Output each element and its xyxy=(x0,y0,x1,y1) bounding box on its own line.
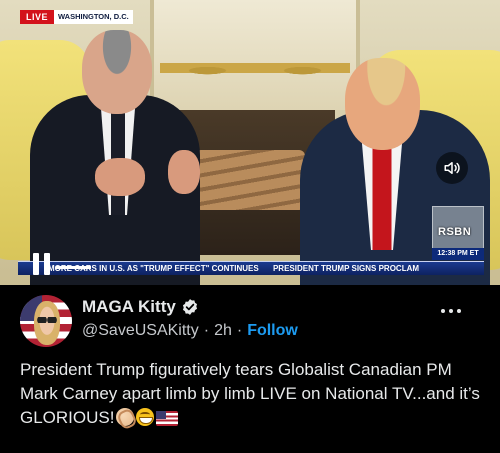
video-mantel-ornament xyxy=(160,42,350,94)
video-person-right-head xyxy=(345,58,420,150)
video-person-left-hand xyxy=(95,158,145,196)
video-player[interactable]: LIVE WASHINGTON, D.C. RSBN 12:38 PM ET M… xyxy=(0,0,500,285)
video-fireplace-logs xyxy=(195,150,305,210)
tweet-body: President Trump figuratively tears Globa… xyxy=(20,360,480,427)
verified-badge-icon xyxy=(182,299,197,315)
author-handle-row: @SaveUSAKitty · 2h · Follow xyxy=(82,322,298,340)
tweet-text: President Trump figuratively tears Globa… xyxy=(20,358,490,430)
separator: · xyxy=(203,322,210,339)
author-name-row: MAGA Kitty xyxy=(82,297,199,317)
handle[interactable]: @SaveUSAKitty xyxy=(82,322,199,340)
separator: · xyxy=(236,322,243,339)
more-options-icon[interactable] xyxy=(441,309,461,315)
video-person-left-head xyxy=(82,30,152,114)
avatar[interactable] xyxy=(20,295,72,347)
timestamp[interactable]: 2h xyxy=(214,322,232,340)
display-name[interactable]: MAGA Kitty xyxy=(82,297,176,317)
network-logo: RSBN xyxy=(438,226,472,238)
location-label: WASHINGTON, D.C. xyxy=(54,10,133,24)
live-label: LIVE xyxy=(20,10,55,24)
clapping-hands-icon xyxy=(116,408,135,426)
live-location-bug: LIVE WASHINGTON, D.C. xyxy=(20,10,133,24)
video-person-left-hand-raised xyxy=(168,150,200,194)
tweet: MAGA Kitty @SaveUSAKitty · 2h · Follow P… xyxy=(0,285,500,453)
us-flag-icon xyxy=(156,411,179,426)
follow-button[interactable]: Follow xyxy=(247,322,298,340)
grinning-squinting-face-icon xyxy=(136,408,155,426)
speaker-volume-icon xyxy=(444,162,460,174)
ticker-item: PRESIDENT TRUMP SIGNS PROCLAM xyxy=(272,264,420,273)
video-progress-bar[interactable] xyxy=(56,266,91,269)
pause-icon[interactable] xyxy=(33,253,51,275)
broadcast-time: 12:38 PM ET xyxy=(432,248,484,260)
volume-button[interactable] xyxy=(436,152,468,184)
